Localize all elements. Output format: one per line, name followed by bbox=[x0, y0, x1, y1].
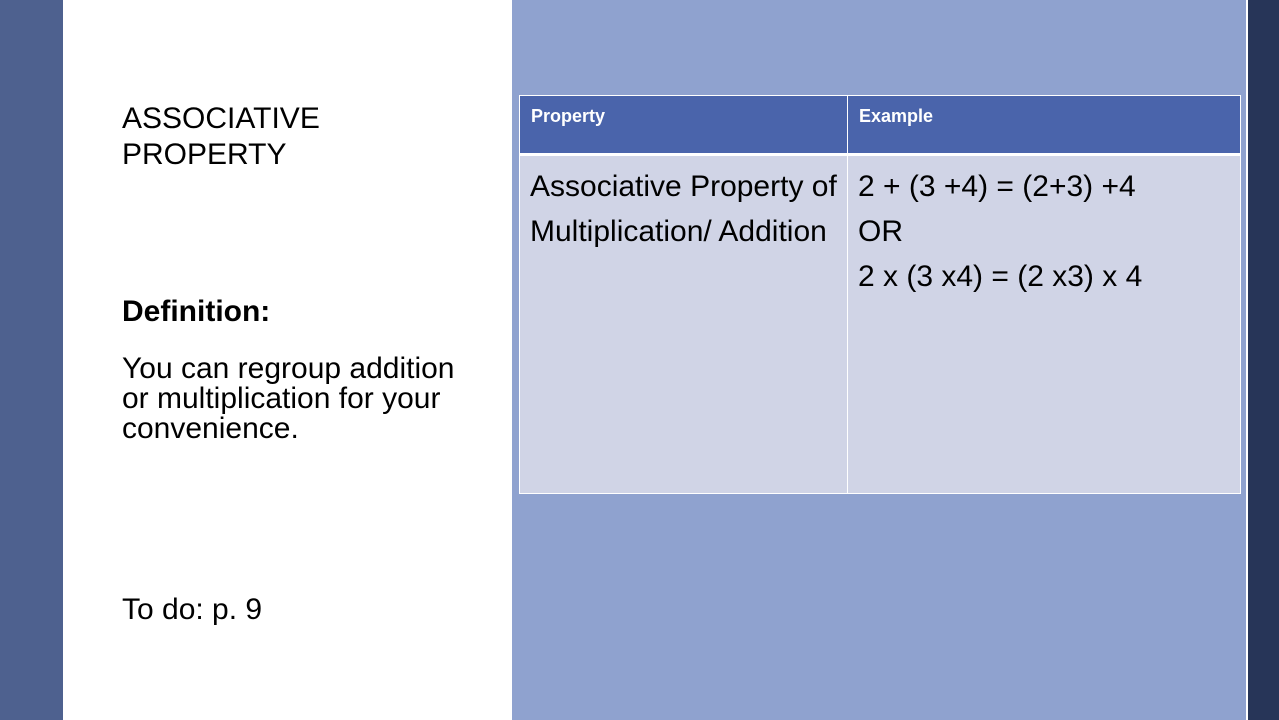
cell-property: Associative Property of Multiplication/ … bbox=[519, 154, 848, 494]
slide-title: ASSOCIATIVE PROPERTY bbox=[122, 102, 320, 171]
definition-text: You can regroup addition or multiplicati… bbox=[122, 352, 455, 445]
example-or: OR bbox=[858, 215, 903, 248]
cell-example: 2 + (3 +4) = (2+3) +4 OR 2 x (3 x4) = (2… bbox=[847, 154, 1241, 494]
todo-text: To do: p. 9 bbox=[122, 593, 263, 626]
left-accent-bar bbox=[0, 0, 63, 720]
definition-label: Definition: bbox=[122, 295, 271, 328]
header-property: Property bbox=[519, 95, 848, 156]
right-accent-bar bbox=[1248, 0, 1279, 720]
property-table: Property Example Associative Property of… bbox=[519, 95, 1241, 494]
example-multiplication: 2 x (3 x4) = (2 x3) x 4 bbox=[858, 260, 1143, 293]
header-example: Example bbox=[847, 95, 1241, 156]
table-header-row: Property Example bbox=[519, 95, 1241, 156]
table-row: Associative Property of Multiplication/ … bbox=[519, 154, 1241, 494]
example-addition: 2 + (3 +4) = (2+3) +4 bbox=[858, 170, 1136, 203]
